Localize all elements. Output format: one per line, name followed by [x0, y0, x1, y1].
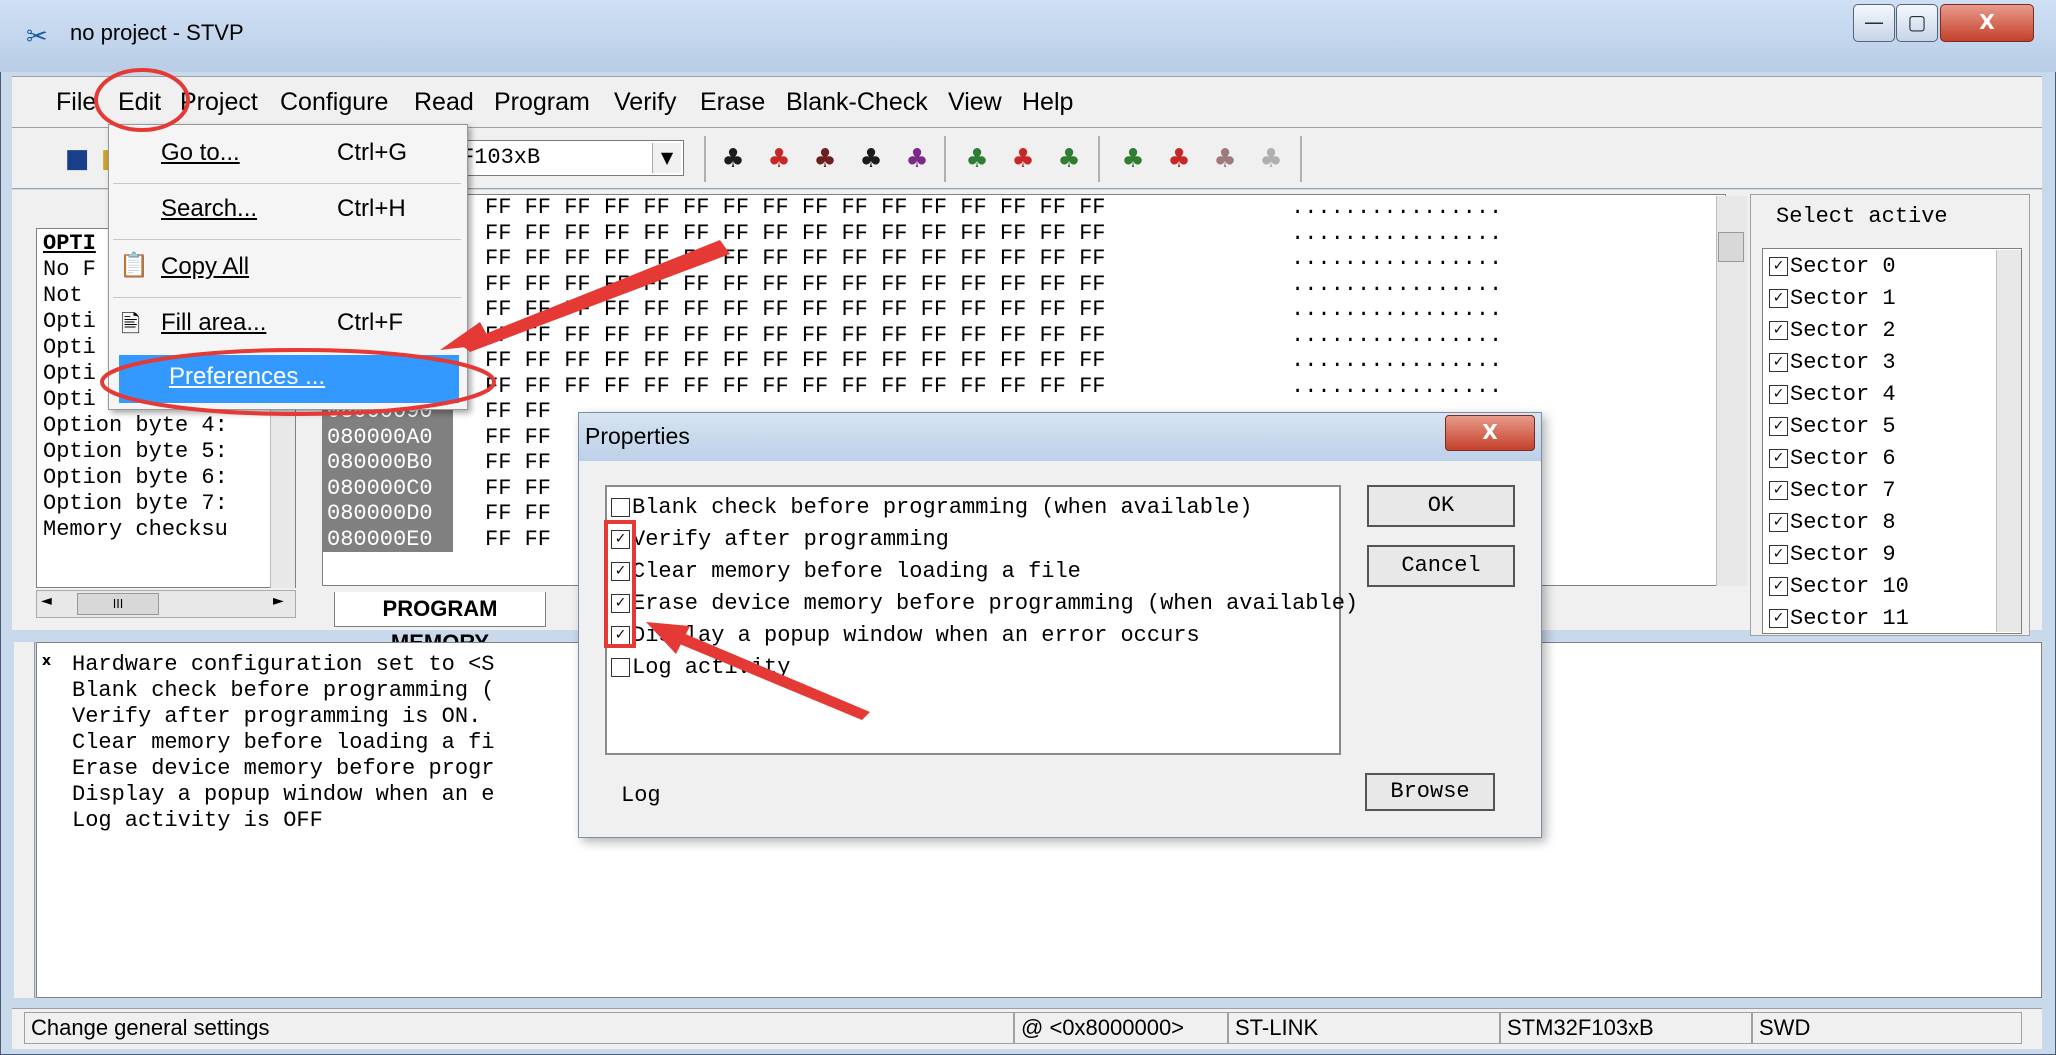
annotation-arrow-head [646, 622, 690, 654]
preferences-highlight-circle [100, 348, 496, 416]
checkbox-highlight-box [604, 520, 636, 648]
annotation-arrow-to-checkboxes [670, 630, 870, 720]
edit-menu-highlight-circle [94, 68, 190, 132]
annotation-overlay [94, 68, 870, 720]
annotation-arrow-to-preferences [460, 240, 730, 352]
